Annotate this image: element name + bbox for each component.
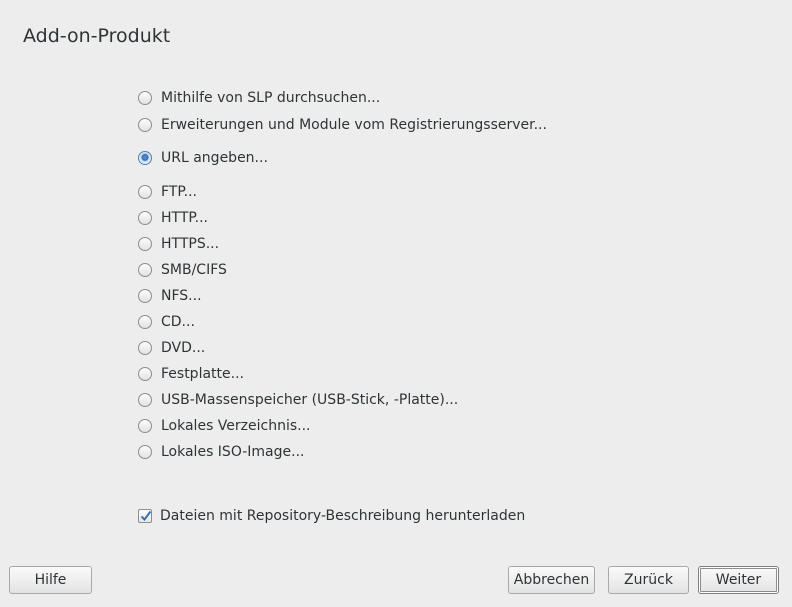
cancel-button-label: Abbrechen (513, 572, 590, 588)
option-label: HTTPS... (161, 236, 220, 252)
option-local-iso[interactable]: Lokales ISO-Image... (138, 442, 304, 462)
option-slp[interactable]: Mithilfe von SLP durchsuchen... (138, 88, 380, 108)
download-description-checkbox-row[interactable]: Dateien mit Repository-Beschreibung heru… (138, 506, 525, 526)
option-label: FTP... (161, 184, 197, 200)
page-title: Add-on-Produkt (23, 25, 171, 47)
option-label: Mithilfe von SLP durchsuchen... (161, 90, 381, 106)
option-label: Erweiterungen und Module vom Registrieru… (161, 117, 547, 133)
option-label: SMB/CIFS (161, 262, 227, 278)
radio-button[interactable] (138, 237, 152, 251)
radio-button[interactable] (138, 263, 152, 277)
option-label: URL angeben... (161, 150, 268, 166)
option-label: Lokales ISO-Image... (161, 444, 305, 460)
next-button-label: Weiter (715, 572, 762, 588)
option-label: CD... (161, 314, 195, 330)
cancel-button[interactable]: Abbrechen (508, 566, 595, 594)
radio-button[interactable] (138, 118, 152, 132)
option-label: Lokales Verzeichnis... (161, 418, 311, 434)
option-dvd[interactable]: DVD... (138, 338, 205, 358)
option-label: Festplatte... (161, 366, 244, 382)
radio-button-selected[interactable] (138, 151, 152, 165)
option-nfs[interactable]: NFS... (138, 286, 202, 306)
help-button-label: Hilfe (34, 572, 67, 588)
option-smb-cifs[interactable]: SMB/CIFS (138, 260, 227, 280)
option-label: HTTP... (161, 210, 208, 226)
option-url[interactable]: URL angeben... (138, 148, 268, 168)
option-label: DVD... (161, 340, 206, 356)
option-usb-storage[interactable]: USB-Massenspeicher (USB-Stick, -Platte).… (138, 390, 458, 410)
radio-button[interactable] (138, 211, 152, 225)
radio-button[interactable] (138, 393, 152, 407)
radio-button[interactable] (138, 341, 152, 355)
radio-button[interactable] (138, 315, 152, 329)
checkmark-icon (140, 510, 152, 522)
back-button[interactable]: Zurück (608, 566, 689, 594)
option-hard-disk[interactable]: Festplatte... (138, 364, 244, 384)
radio-button[interactable] (138, 289, 152, 303)
back-button-label: Zurück (624, 572, 673, 588)
option-http[interactable]: HTTP... (138, 208, 208, 228)
option-label: NFS... (161, 288, 202, 304)
option-registration-server[interactable]: Erweiterungen und Module vom Registrieru… (138, 115, 547, 135)
radio-button[interactable] (138, 91, 152, 105)
option-cd[interactable]: CD... (138, 312, 195, 332)
radio-button[interactable] (138, 445, 152, 459)
option-https[interactable]: HTTPS... (138, 234, 219, 254)
help-button[interactable]: Hilfe (9, 566, 92, 594)
next-button[interactable]: Weiter (698, 566, 779, 594)
option-local-directory[interactable]: Lokales Verzeichnis... (138, 416, 311, 436)
option-ftp[interactable]: FTP... (138, 182, 197, 202)
radio-button[interactable] (138, 367, 152, 381)
option-label: USB-Massenspeicher (USB-Stick, -Platte).… (161, 392, 459, 408)
radio-button[interactable] (138, 419, 152, 433)
download-description-checkbox[interactable] (138, 509, 152, 523)
radio-button[interactable] (138, 185, 152, 199)
download-description-label: Dateien mit Repository-Beschreibung heru… (160, 508, 526, 524)
